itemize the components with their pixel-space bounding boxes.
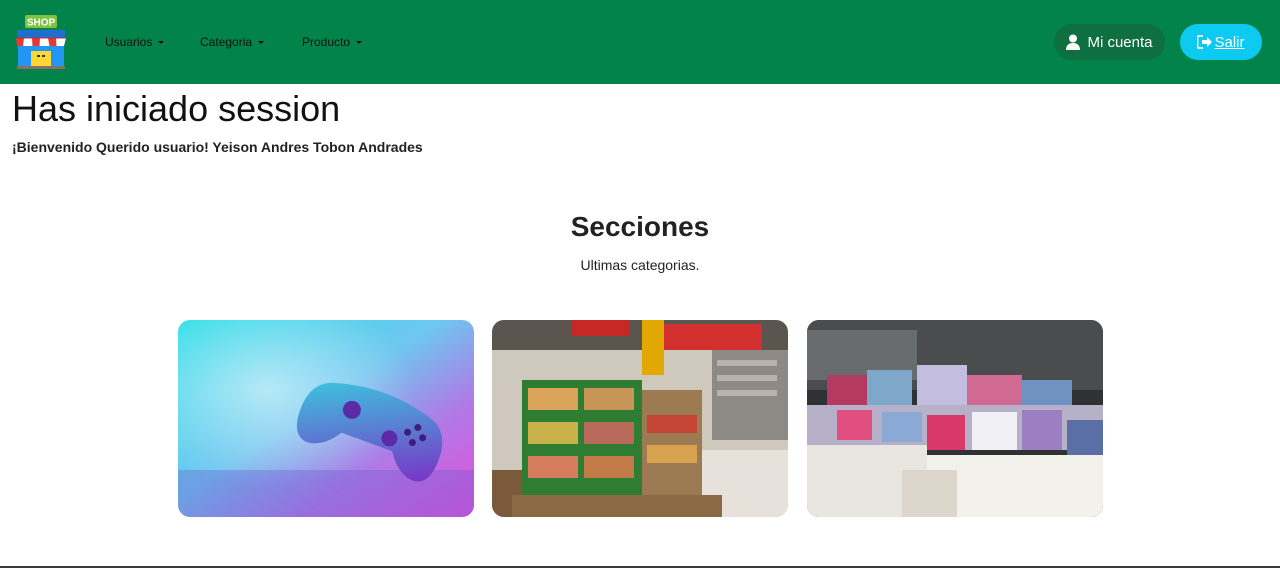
shop-logo-icon[interactable]: SHOP (13, 13, 69, 71)
sections-title: Secciones (570, 211, 710, 242)
main-menu: Usuarios Categoria Producto (105, 0, 363, 84)
brand-text: SHOP (27, 18, 56, 29)
menu-categoria[interactable]: Categoria (200, 35, 302, 49)
user-icon (1066, 34, 1081, 50)
navbar: SHOP Usuarios Categoria Producto Mi cuen… (0, 0, 1280, 84)
my-account-label: Mi cuenta (1087, 33, 1153, 51)
supermarket-produce-photo (492, 320, 788, 517)
my-account-button[interactable]: Mi cuenta (1054, 24, 1165, 60)
logout-label: Salir (1214, 33, 1245, 51)
menu-producto[interactable]: Producto (302, 35, 363, 49)
page-title: Has iniciado session (12, 88, 341, 129)
menu-usuarios-label: Usuarios (105, 35, 153, 49)
welcome-message: ¡Bienvenido Querido usuario! Yeison Andr… (12, 139, 423, 155)
sections-subtitle: Ultimas categorias. (580, 257, 700, 273)
caret-down-icon (158, 40, 165, 44)
menu-usuarios[interactable]: Usuarios (105, 35, 200, 49)
menu-categoria-label: Categoria (200, 35, 253, 49)
game-controller-photo (178, 320, 474, 517)
logout-button[interactable]: Salir (1180, 24, 1262, 60)
category-card-supermarket[interactable] (492, 320, 788, 517)
store-shelf-products-photo (807, 320, 1103, 517)
category-card-products[interactable] (807, 320, 1103, 517)
category-card-games[interactable] (178, 320, 474, 517)
menu-producto-label: Producto (302, 35, 351, 49)
caret-down-icon (356, 40, 363, 44)
sign-out-icon (1197, 35, 1213, 49)
caret-down-icon (258, 40, 265, 44)
